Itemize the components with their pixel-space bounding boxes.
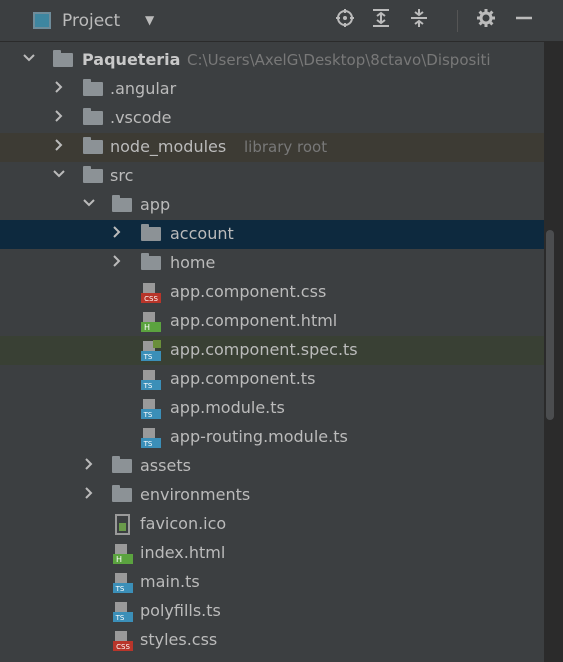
tree-item-app-component-html[interactable]: H app.component.html [0,307,544,336]
folder-icon [112,195,132,212]
chevron-down-icon[interactable] [52,167,66,181]
gear-icon[interactable] [476,8,496,34]
tree-item-label: app.component.ts [170,369,316,388]
tree-item-label: app.component.css [170,282,327,301]
svg-text:TS: TS [143,440,153,448]
chevron-right-icon[interactable] [52,138,66,152]
project-tool-window-header: Project ▼ [0,0,563,42]
tree-item-label: index.html [140,543,226,562]
svg-text:CSS: CSS [116,643,130,651]
svg-text:H: H [144,323,150,332]
folder-icon [141,253,161,270]
project-window-icon [33,12,51,29]
locate-icon[interactable] [335,8,355,34]
tree-item-app-component-ts[interactable]: TS app.component.ts [0,365,544,394]
chevron-right-icon[interactable] [82,486,96,500]
tree-item-index-html[interactable]: H index.html [0,539,544,568]
tree-item-vscode[interactable]: .vscode [0,104,544,133]
tree-item-app-component-spec-ts[interactable]: TS app.component.spec.ts [0,336,544,365]
chevron-right-icon[interactable] [82,457,96,471]
ts-file-icon: TS [141,369,161,390]
folder-icon [53,50,73,67]
tree-item-home[interactable]: home [0,249,544,278]
triangle-down-icon[interactable]: ▼ [145,13,154,27]
tree-item-label: Paqueteria [82,50,181,69]
svg-text:TS: TS [143,353,153,361]
folder-icon [112,485,132,502]
folder-icon [83,137,103,154]
tree-item-node-modules[interactable]: node_modules library root [0,133,544,162]
collapse-all-icon[interactable] [410,8,428,34]
chevron-right-icon[interactable] [110,254,124,268]
project-tree: Paqueteria C:\Users\AxelG\Desktop\8ctavo… [0,42,544,662]
tree-item-label: .vscode [110,108,172,127]
tree-item-label: assets [140,456,191,475]
tree-item-environments[interactable]: environments [0,481,544,510]
svg-text:TS: TS [143,382,153,390]
tree-item-account[interactable]: account [0,220,544,249]
folder-icon [141,224,161,241]
ts-file-icon: TS [141,398,161,419]
library-root-note: library root [244,138,328,156]
folder-icon [83,79,103,96]
tree-item-app-component-css[interactable]: CSS app.component.css [0,278,544,307]
ts-file-icon: TS [113,572,133,593]
folder-icon [83,108,103,125]
folder-icon [112,456,132,473]
tree-item-main-ts[interactable]: TS main.ts [0,568,544,597]
project-view-title[interactable]: Project [62,11,120,31]
tree-item-app[interactable]: app [0,191,544,220]
tree-item-label: polyfills.ts [140,601,221,620]
tree-item-app-module-ts[interactable]: TS app.module.ts [0,394,544,423]
chevron-right-icon[interactable] [52,109,66,123]
tree-item-label: app-routing.module.ts [170,427,348,446]
tree-item-assets[interactable]: assets [0,452,544,481]
svg-text:TS: TS [115,614,125,622]
vertical-scrollbar[interactable] [546,230,554,420]
project-path: C:\Users\AxelG\Desktop\8ctavo\Dispositi [187,51,491,69]
tree-item-label: app.component.html [170,311,338,330]
ts-file-icon: TS [141,427,161,448]
tree-item-label: src [110,166,134,185]
tree-item-label: main.ts [140,572,200,591]
css-file-icon: CSS [113,630,133,651]
chevron-right-icon[interactable] [110,225,124,239]
tree-item-label: node_modules [110,137,227,156]
image-file-icon [113,514,133,535]
ts-test-file-icon: TS [141,340,161,361]
chevron-down-icon[interactable] [82,196,96,210]
tree-item-angular[interactable]: .angular [0,75,544,104]
svg-text:H: H [116,555,122,564]
tree-root-paqueteria[interactable]: Paqueteria C:\Users\AxelG\Desktop\8ctavo… [0,46,544,75]
tree-item-favicon[interactable]: favicon.ico [0,510,544,539]
chevron-right-icon[interactable] [52,80,66,94]
tree-item-styles-css[interactable]: CSS styles.css [0,626,544,655]
tree-item-label: .angular [110,79,177,98]
folder-icon [83,166,103,183]
tree-item-label: styles.css [140,630,218,649]
tree-item-label: app [140,195,171,214]
ts-file-icon: TS [113,601,133,622]
html-file-icon: H [113,543,133,564]
expand-all-icon[interactable] [372,8,390,34]
tree-item-label: app.component.spec.ts [170,340,358,359]
svg-text:CSS: CSS [144,295,158,303]
svg-text:TS: TS [115,585,125,593]
html-file-icon: H [141,311,161,332]
minimize-icon[interactable] [514,8,534,34]
tree-item-src[interactable]: src [0,162,544,191]
tree-item-label: home [170,253,216,272]
tree-item-label: app.module.ts [170,398,285,417]
chevron-down-icon[interactable] [22,51,36,65]
svg-text:TS: TS [143,411,153,419]
tree-item-label: favicon.ico [140,514,227,533]
tree-item-app-routing-module-ts[interactable]: TS app-routing.module.ts [0,423,544,452]
css-file-icon: CSS [141,282,161,303]
tree-item-polyfills-ts[interactable]: TS polyfills.ts [0,597,544,626]
tree-item-label: environments [140,485,251,504]
toolbar-separator [457,10,458,32]
tree-item-label: account [170,224,234,243]
